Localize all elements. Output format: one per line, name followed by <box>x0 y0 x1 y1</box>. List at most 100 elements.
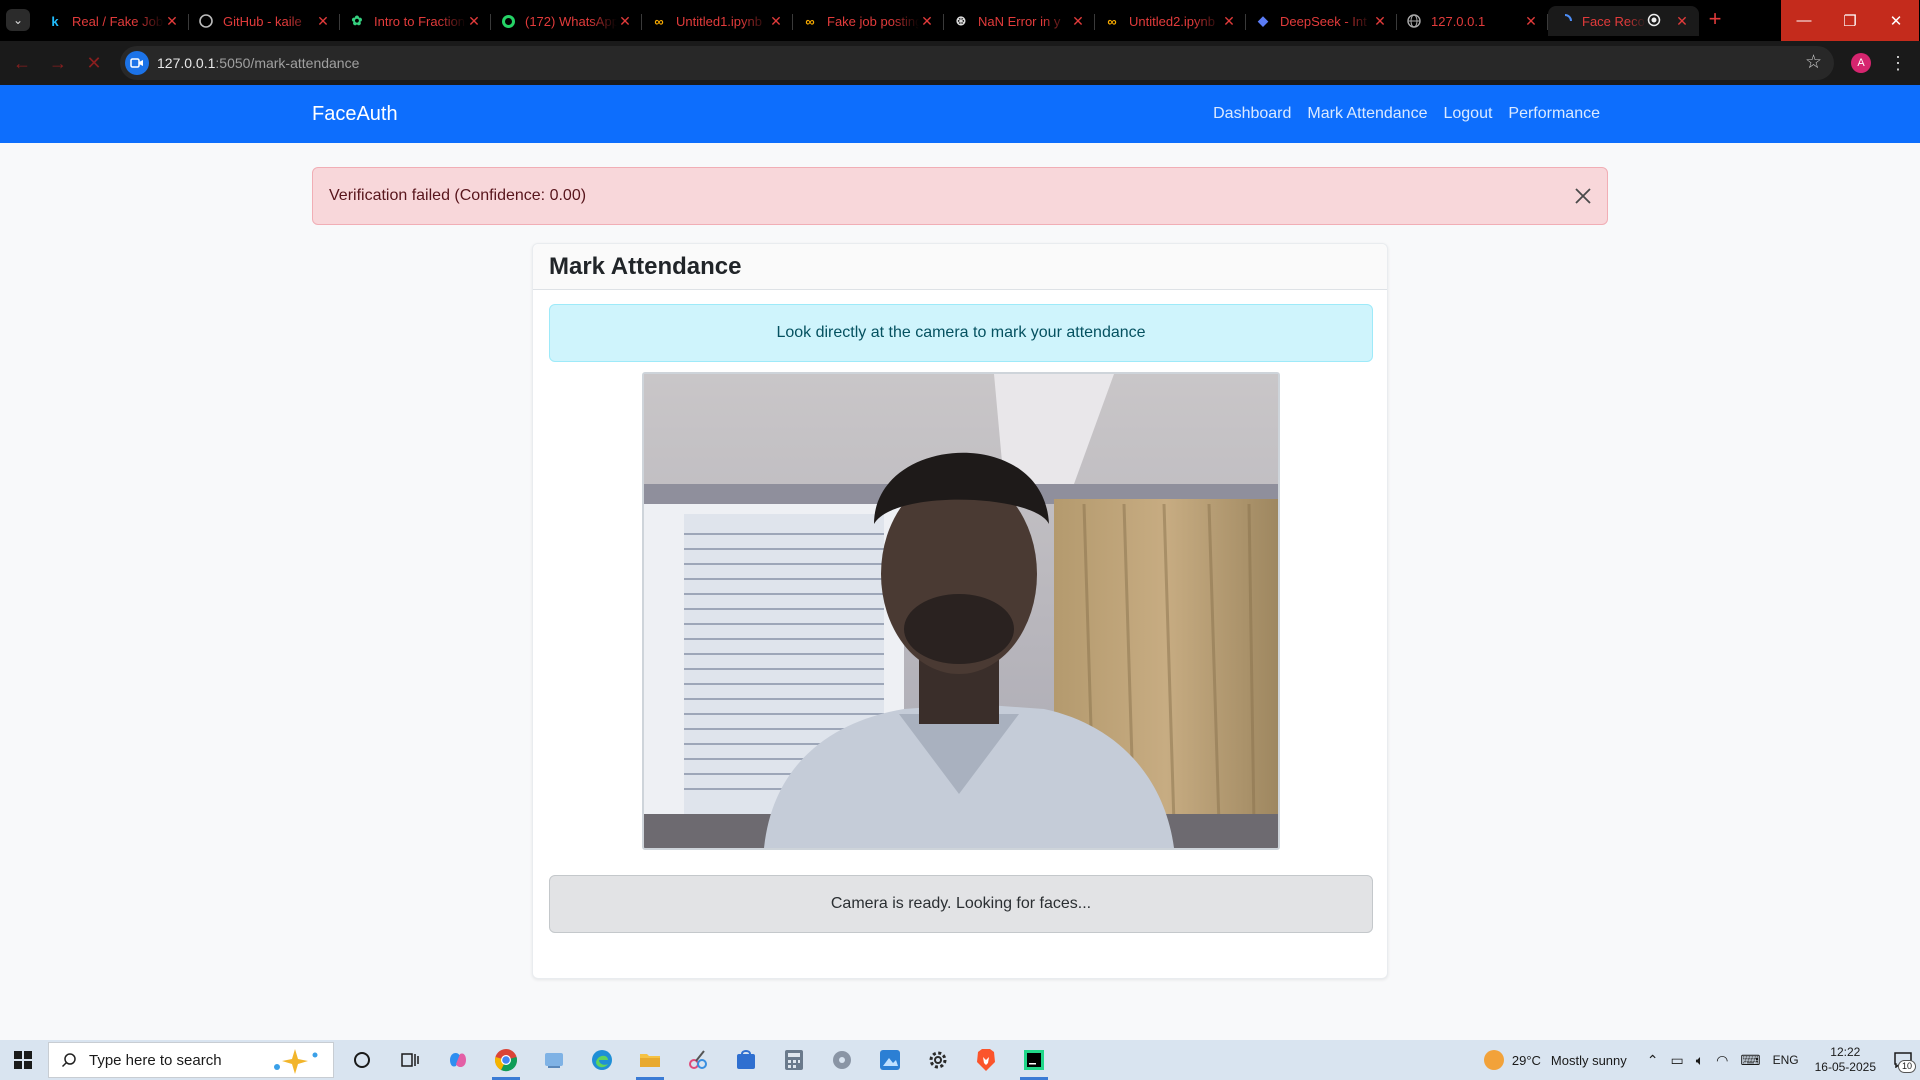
tab-close-icon[interactable]: ✕ <box>768 13 784 29</box>
language-indicator[interactable]: ENG <box>1773 1053 1799 1067</box>
weather-temperature: 29°C <box>1511 1052 1541 1068</box>
tab-close-icon[interactable]: ✕ <box>1221 13 1237 29</box>
search-placeholder: Type here to search <box>89 1051 222 1069</box>
tab-close-icon[interactable]: ✕ <box>315 13 331 29</box>
browser-tab[interactable]: ⊛ NaN Error in y ✕ <box>944 6 1095 36</box>
pycharm-icon[interactable] <box>1010 1040 1058 1080</box>
page-title: Mark Attendance <box>549 253 742 280</box>
weather-sun-icon <box>1483 1050 1504 1070</box>
camera-status: Camera is ready. Looking for faces... <box>549 875 1373 933</box>
chrome-icon[interactable] <box>482 1040 530 1080</box>
tab-close-icon[interactable]: ✕ <box>1070 13 1086 29</box>
recording-indicator-icon <box>1646 13 1662 29</box>
back-icon[interactable]: ← <box>10 51 34 75</box>
restore-icon[interactable]: ❐ <box>1827 0 1873 41</box>
minimize-icon[interactable]: — <box>1781 0 1827 41</box>
brave-browser-icon[interactable] <box>962 1040 1010 1080</box>
whatsapp-icon <box>500 13 516 29</box>
nav-link-performance[interactable]: Performance <box>1508 105 1600 123</box>
tab-close-icon[interactable]: ✕ <box>919 13 935 29</box>
nav-link-logout[interactable]: Logout <box>1443 105 1492 123</box>
colab-icon: ∞ <box>805 13 815 29</box>
tab-close-icon[interactable]: ✕ <box>466 13 482 29</box>
copilot-icon[interactable] <box>434 1040 482 1080</box>
github-icon <box>198 13 214 29</box>
brand-link[interactable]: FaceAuth <box>312 85 398 143</box>
notification-center-icon[interactable]: 10 <box>1886 1040 1920 1080</box>
bookmark-star-icon[interactable]: ☆ <box>1805 46 1822 80</box>
windows-start-icon[interactable] <box>0 1040 46 1080</box>
nav-link-mark-attendance[interactable]: Mark Attendance <box>1307 105 1427 123</box>
colab-icon: ∞ <box>654 13 664 29</box>
browser-tab[interactable]: k Real / Fake Job ✕ <box>38 6 189 36</box>
deepseek-icon: ◆ <box>1258 13 1268 28</box>
snipping-tool-icon[interactable] <box>674 1040 722 1080</box>
tab-title: GitHub - kaile <box>223 13 302 29</box>
disk-app-icon[interactable] <box>818 1040 866 1080</box>
tab-title: DeepSeek - Int <box>1280 13 1367 29</box>
tab-close-icon[interactable]: ✕ <box>1523 13 1539 29</box>
kaggle-icon: k <box>51 13 59 29</box>
calculator-icon[interactable] <box>770 1040 818 1080</box>
photos-icon[interactable] <box>866 1040 914 1080</box>
forward-icon[interactable]: → <box>46 51 70 75</box>
keyboard-icon[interactable]: ⌨ <box>1740 1052 1760 1069</box>
task-view-icon[interactable] <box>386 1040 434 1080</box>
attendance-card: Mark Attendance Look directly at the cam… <box>532 243 1388 979</box>
url-path: :5050/mark-attendance <box>215 55 360 71</box>
tab-close-icon[interactable]: ✕ <box>1674 13 1690 29</box>
edge-icon[interactable] <box>578 1040 626 1080</box>
alert-close-icon[interactable] <box>1573 186 1593 206</box>
taskbar-search-box[interactable]: Type here to search <box>48 1042 334 1078</box>
stop-icon[interactable]: ✕ <box>82 51 106 75</box>
url-text[interactable]: 127.0.0.1:5050/mark-attendance <box>157 46 359 80</box>
browser-tab[interactable]: ◆ DeepSeek - Int ✕ <box>1246 6 1397 36</box>
top-navbar: FaceAuth Dashboard Mark Attendance Logou… <box>0 85 1920 143</box>
tab-close-icon[interactable]: ✕ <box>1372 13 1388 29</box>
settings-gear-icon[interactable] <box>914 1040 962 1080</box>
address-bar[interactable]: 127.0.0.1:5050/mark-attendance ☆ <box>120 46 1834 80</box>
profile-avatar[interactable]: A <box>1851 53 1871 73</box>
camera-permission-icon[interactable] <box>125 51 149 75</box>
browser-tab[interactable]: (172) WhatsApp ✕ <box>491 6 642 36</box>
browser-menu-icon[interactable]: ⋮ <box>1889 50 1907 76</box>
notification-count-badge: 10 <box>1897 1060 1916 1073</box>
file-explorer-icon[interactable] <box>626 1040 674 1080</box>
browser-toolbar: ← → ✕ 127.0.0.1:5050/mark-attendance ☆ A… <box>0 41 1920 85</box>
browser-tab[interactable]: ∞ Fake job posting ✕ <box>793 6 944 36</box>
openai-icon: ⊛ <box>955 13 967 28</box>
tab-title: Untitled1.ipynb <box>676 13 762 29</box>
webcam-video <box>642 372 1280 850</box>
webcam-feed-image <box>644 374 1278 848</box>
tab-search-button[interactable]: ⌄ <box>6 9 30 31</box>
browser-tab[interactable]: ∞ Untitled1.ipynb ✕ <box>642 6 793 36</box>
browser-tab[interactable]: 127.0.0.1 ✕ <box>1397 6 1548 36</box>
nav-link-dashboard[interactable]: Dashboard <box>1213 105 1291 123</box>
tab-title: Intro to Fraction <box>374 13 466 29</box>
tab-close-icon[interactable]: ✕ <box>617 13 633 29</box>
app-icon-blue-window[interactable] <box>530 1040 578 1080</box>
tab-title: (172) WhatsApp <box>525 13 617 29</box>
microsoft-store-icon[interactable] <box>722 1040 770 1080</box>
browser-tab-active[interactable]: Face Recog ✕ <box>1548 6 1699 36</box>
volume-icon[interactable]: 🔈︎ <box>1696 1052 1704 1069</box>
new-tab-icon[interactable]: + <box>1703 8 1727 32</box>
colab-icon: ∞ <box>1107 13 1117 29</box>
show-hidden-icons-chevron-icon[interactable]: ⌃ <box>1647 1052 1659 1069</box>
web-page: FaceAuth Dashboard Mark Attendance Logou… <box>0 85 1920 1040</box>
cortana-icon[interactable] <box>338 1040 386 1080</box>
wifi-icon[interactable]: ◠ <box>1716 1052 1728 1069</box>
fraction-icon: ✿ <box>351 13 363 28</box>
close-window-icon[interactable]: ✕ <box>1873 0 1919 41</box>
system-tray: 29°C Mostly sunny ⌃ ▭ 🔈︎ ◠ ⌨ ENG 12:22 1… <box>1483 1040 1920 1080</box>
clock[interactable]: 12:22 16-05-2025 <box>1815 1045 1876 1075</box>
tab-close-icon[interactable]: ✕ <box>164 13 180 29</box>
weather-description: Mostly sunny <box>1550 1052 1627 1068</box>
tab-title: Real / Fake Job <box>72 13 164 29</box>
url-host: 127.0.0.1 <box>157 55 216 71</box>
browser-tab[interactable]: ∞ Untitled2.ipynb ✕ <box>1095 6 1246 36</box>
battery-icon[interactable]: ▭ <box>1671 1052 1684 1069</box>
browser-tab[interactable]: GitHub - kaile ✕ <box>189 6 340 36</box>
weather-widget[interactable]: 29°C Mostly sunny <box>1483 1050 1627 1070</box>
browser-tab[interactable]: ✿ Intro to Fraction ✕ <box>340 6 491 36</box>
